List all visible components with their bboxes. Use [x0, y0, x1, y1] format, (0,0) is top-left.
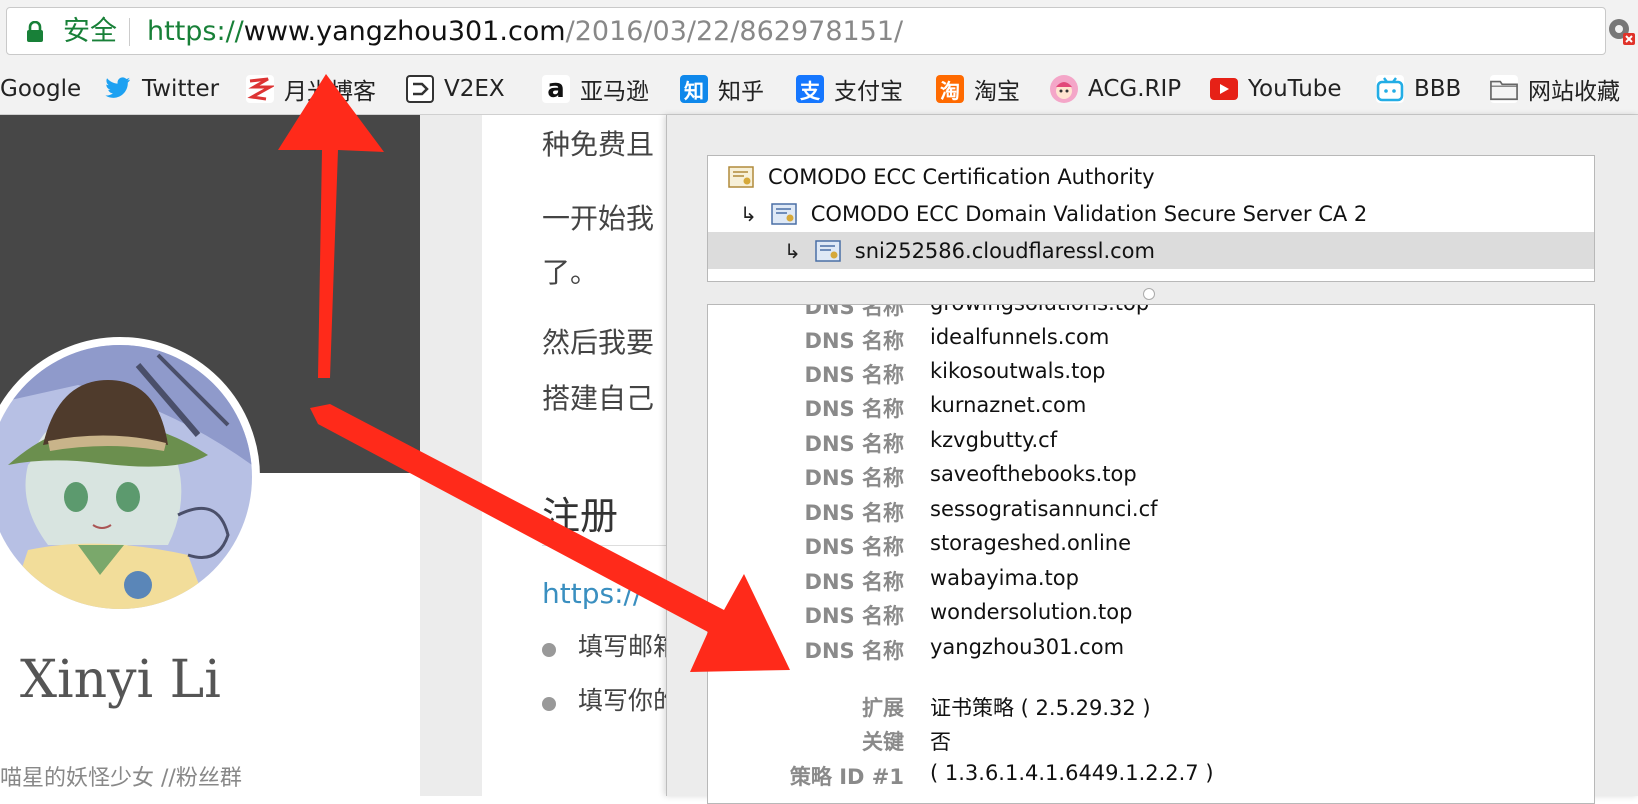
chain-item-label: COMODO ECC Certification Authority — [768, 164, 1155, 189]
url-host: www.yangzhou301.com — [243, 16, 566, 47]
dns-name-row: DNS 名称 storageshed.online — [804, 531, 1132, 559]
author-name[interactable]: Xinyi Li — [20, 650, 221, 710]
browser-toolbar: 安全 https://www.yangzhou301.com/2016/03/2… — [0, 0, 1638, 64]
youtube-icon — [1210, 78, 1238, 100]
chain-item-leaf[interactable]: ↳ sni252586.cloudflaressl.com — [708, 232, 1594, 269]
tree-arrow-icon: ↳ — [784, 238, 801, 263]
dns-name-row: DNS 名称 idealfunnels.com — [804, 325, 1110, 353]
chain-item-root[interactable]: COMODO ECC Certification Authority — [708, 158, 1594, 195]
alipay-icon: 支 — [796, 75, 824, 103]
dns-name-row: DNS 名称 wabayima.top — [804, 566, 1079, 594]
dns-name-row: DNS 名称 yangzhou301.com — [804, 635, 1125, 663]
certificate-viewer: COMODO ECC Certification Authority ↳ COM… — [666, 115, 1638, 804]
article-paragraph: 一开始我 — [542, 202, 655, 235]
v2ex-icon — [406, 75, 434, 103]
zhihu-icon: 知 — [680, 75, 708, 103]
url-scheme: https:// — [147, 16, 244, 47]
extension-row: 扩展 证书策略 ( 2.5.29.32 ) — [862, 696, 1151, 720]
tree-arrow-icon: ↳ — [740, 201, 757, 226]
dns-name-row: DNS 名称 wondersolution.top — [804, 600, 1133, 628]
secure-label[interactable]: 安全 — [63, 16, 117, 48]
url-path: /2016/03/22/862978151/ — [565, 16, 904, 47]
critical-row: 关键否 — [862, 730, 951, 754]
bookmark-label: 知乎 — [718, 79, 764, 105]
list-bullet — [542, 697, 556, 711]
bookmark-v2ex[interactable]: V2EX — [406, 72, 505, 106]
section-heading: 注册 — [542, 494, 619, 538]
article-link[interactable]: https:// — [542, 577, 642, 610]
avatar-illustration — [0, 345, 252, 609]
bookmark-folder[interactable]: 网站收藏 — [1490, 72, 1620, 106]
bookmark-label: BBB — [1414, 76, 1462, 102]
bookmark-label: YouTube — [1248, 76, 1342, 102]
article-paragraph: 搭建自己 — [542, 382, 655, 415]
page-gutter — [420, 115, 482, 796]
bookmark-label: Twitter — [142, 76, 220, 102]
twitter-bird-icon — [104, 75, 132, 103]
omnibox-divider — [129, 18, 130, 46]
article-paragraph: 然后我要 — [542, 326, 655, 359]
bookmark-label: 支付宝 — [834, 79, 903, 105]
dns-name-row: DNS 名称 saveofthebooks.top — [804, 462, 1137, 490]
bookmark-alipay[interactable]: 支 支付宝 — [796, 72, 903, 106]
certificate-chain: COMODO ECC Certification Authority ↳ COM… — [707, 155, 1595, 282]
bookmark-taobao[interactable]: 淘 淘宝 — [936, 72, 1020, 106]
bookmark-zhihu[interactable]: 知 知乎 — [680, 72, 764, 106]
lock-icon[interactable] — [25, 21, 45, 43]
dns-name-row: DNS 名称 kikosoutwals.top — [804, 359, 1106, 387]
bookmark-amazon[interactable]: a 亚马逊 — [542, 72, 649, 106]
bookmark-google[interactable]: Google — [0, 72, 81, 106]
chain-item-intermediate[interactable]: ↳ COMODO ECC Domain Validation Secure Se… — [708, 195, 1594, 232]
bookmark-twitter[interactable]: Twitter — [104, 72, 219, 106]
dns-name-row: DNS 名称 kurnaznet.com — [804, 393, 1087, 421]
bookmark-label: 网站收藏 — [1528, 79, 1620, 105]
certificate-icon — [771, 202, 797, 225]
bookmark-youtube[interactable]: YouTube — [1210, 72, 1342, 106]
pane-splitter-handle[interactable] — [1143, 288, 1155, 300]
certificate-icon — [815, 239, 841, 262]
bookmark-bilibili[interactable]: BBB — [1376, 72, 1461, 106]
bookmarks-bar: Google Twitter 月光博客 V2EX a 亚马逊 知 知乎 支 支付… — [0, 64, 1638, 115]
dns-name-row: DNS 名称 sessogratisannunci.cf — [804, 497, 1158, 525]
bookmark-label: Google — [0, 76, 82, 102]
acgrip-icon — [1050, 75, 1078, 103]
taobao-icon: 淘 — [936, 75, 964, 103]
address-bar[interactable]: 安全 https://www.yangzhou301.com/2016/03/2… — [6, 7, 1606, 55]
bookmark-label: 亚马逊 — [580, 79, 649, 105]
bookmark-label: ACG.RIP — [1088, 76, 1182, 102]
article-paragraph: 了。 — [542, 256, 599, 289]
chain-item-label: sni252586.cloudflaressl.com — [854, 238, 1155, 263]
extension-gear-icon[interactable] — [1606, 16, 1636, 46]
bookmark-label: V2EX — [444, 76, 505, 102]
bookmark-label: 淘宝 — [974, 79, 1020, 105]
url-text[interactable]: https://www.yangzhou301.com/2016/03/22/8… — [147, 16, 903, 48]
list-item: 填写你的 — [578, 686, 679, 715]
bookmark-moon-blog[interactable]: 月光博客 — [246, 72, 376, 106]
list-item: 填写邮箱 — [578, 632, 679, 661]
moon-blog-icon — [246, 75, 274, 103]
list-bullet — [542, 643, 556, 657]
amazon-icon: a — [542, 74, 570, 104]
certificate-details[interactable]: DNS 名称growingsolutions.top DNS 名称idealfu… — [707, 304, 1595, 804]
bilibili-icon — [1376, 75, 1404, 103]
bookmark-label: 月光博客 — [284, 79, 376, 105]
dns-name-row: DNS 名称 kzvgbutty.cf — [804, 428, 1058, 456]
policy-id-row: 策略 ID #1( 1.3.6.1.4.1.6449.1.2.2.7 ) — [789, 761, 1214, 789]
chain-item-label: COMODO ECC Domain Validation Secure Serv… — [810, 201, 1368, 226]
blog-sidebar: Xinyi Li 喵星的妖怪少女 //粉丝群 — [0, 115, 420, 796]
article-paragraph: 种免费且 — [542, 128, 655, 161]
author-description: 喵星的妖怪少女 //粉丝群 — [0, 766, 242, 791]
certificate-icon — [728, 165, 754, 188]
folder-icon — [1490, 75, 1518, 103]
bookmark-acgrip[interactable]: ACG.RIP — [1050, 72, 1181, 106]
